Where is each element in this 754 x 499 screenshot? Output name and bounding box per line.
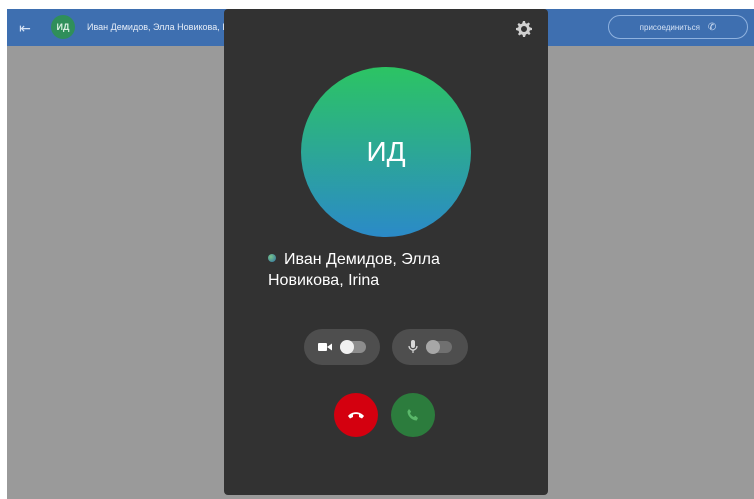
accept-call-button[interactable]: [391, 393, 435, 437]
exit-icon[interactable]: ⇤: [15, 18, 35, 38]
participants-names: Иван Демидов, Элла Новикова, Irina: [268, 249, 508, 291]
microphone-switch[interactable]: [426, 340, 452, 354]
participants-line2: Новикова, Irina: [268, 272, 380, 289]
microphone-icon: [408, 340, 418, 353]
hang-up-icon: [348, 412, 364, 419]
join-label: присоединиться: [639, 22, 700, 32]
chat-title[interactable]: Иван Демидов, Элла Новикова, Irina: [87, 9, 240, 46]
phone-icon: [407, 409, 418, 421]
chat-avatar-initials: ИД: [56, 22, 70, 32]
phone-icon: ✆: [707, 21, 717, 33]
participants-line1: Иван Демидов, Элла: [284, 251, 440, 268]
settings-gear-icon[interactable]: [516, 21, 532, 37]
decline-call-button[interactable]: [334, 393, 378, 437]
microphone-toggle[interactable]: [392, 329, 468, 365]
camera-toggle[interactable]: [304, 329, 380, 365]
globe-icon: [268, 253, 276, 262]
camera-icon: [318, 343, 332, 351]
caller-avatar-initials: ИД: [366, 136, 406, 167]
call-panel: ИД Иван Демидов, Элла Новикова, Irina: [224, 9, 548, 495]
caller-avatar: ИД: [301, 67, 471, 237]
join-call-button[interactable]: присоединиться ✆: [608, 15, 748, 39]
chat-avatar[interactable]: ИД: [51, 15, 75, 39]
camera-switch[interactable]: [340, 340, 366, 354]
